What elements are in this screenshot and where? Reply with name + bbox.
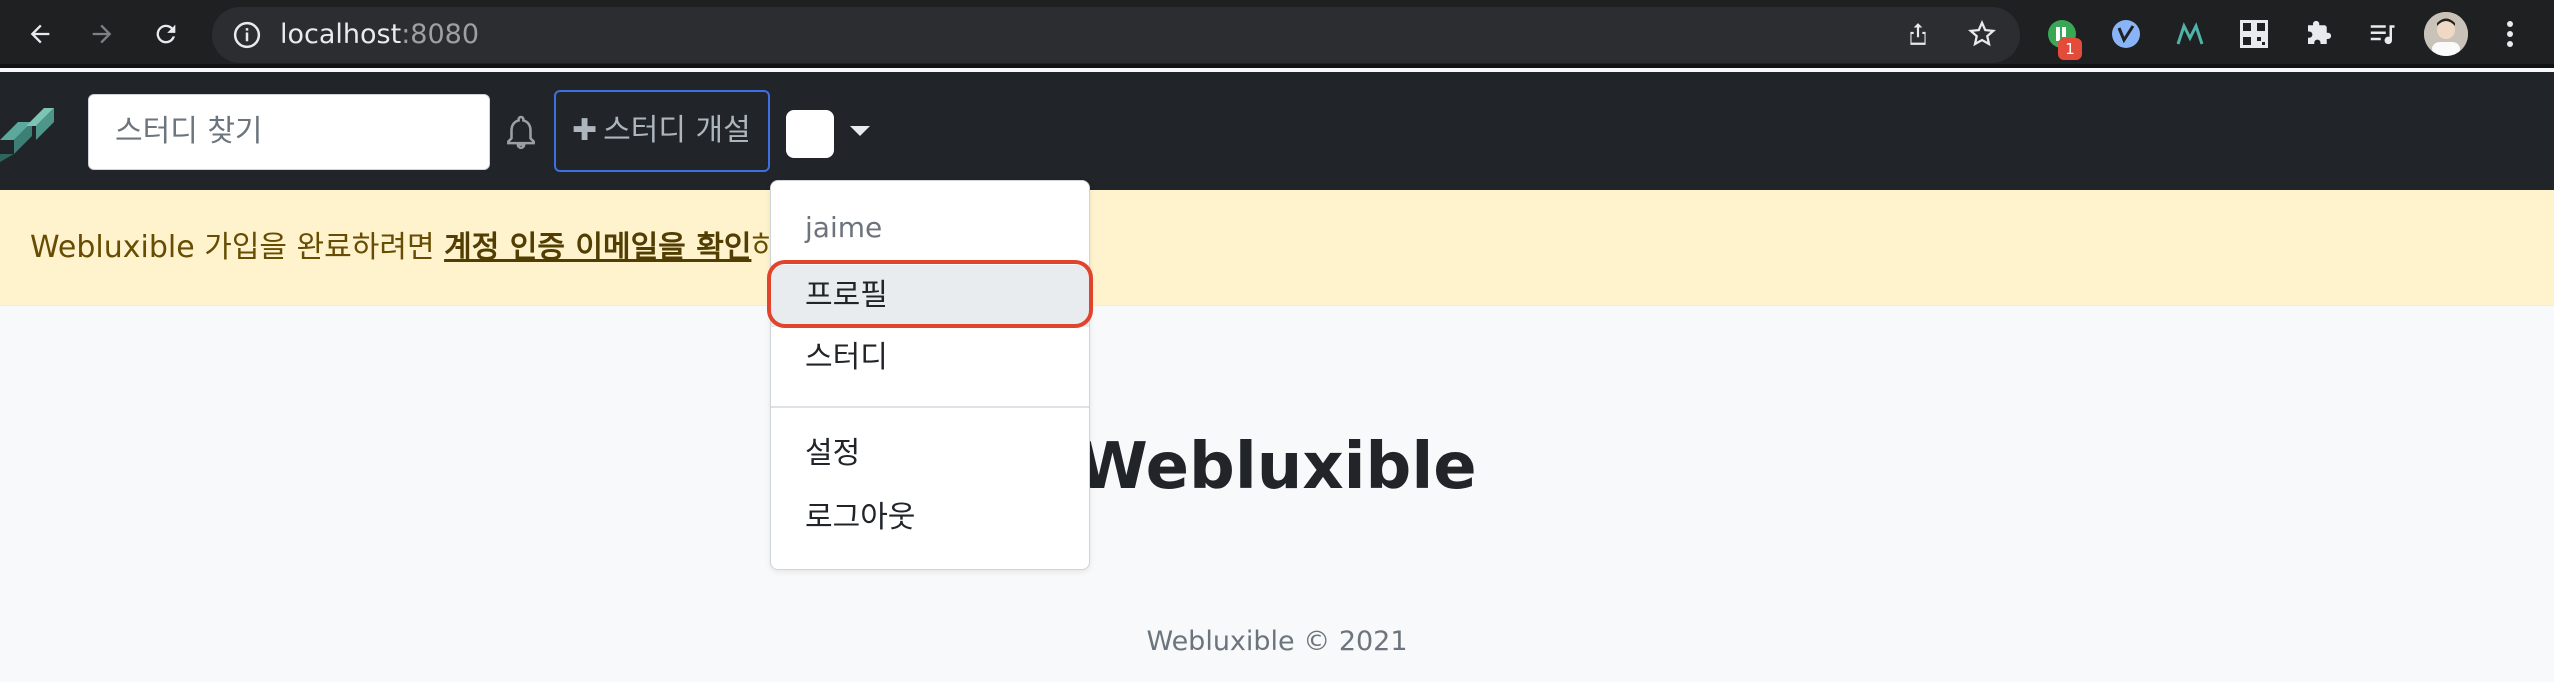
url-text: localhost:8080	[280, 19, 480, 50]
browser-toolbar: localhost:8080 1	[0, 0, 2554, 68]
site-info-icon[interactable]	[232, 20, 262, 50]
extension-v-icon[interactable]	[2108, 16, 2144, 52]
open-study-button[interactable]: ✚ 스터디 개설	[554, 90, 770, 172]
notification-bell-icon[interactable]	[502, 112, 540, 152]
page-title: Webluxible	[1077, 430, 1477, 504]
brand-logo-icon[interactable]	[0, 102, 60, 162]
plus-icon: ✚	[572, 113, 598, 148]
back-icon[interactable]	[20, 14, 60, 54]
dropdown-username: jaime	[805, 211, 883, 244]
reading-list-icon[interactable]	[2364, 16, 2400, 52]
app-navbar: 스터디 찾기 ✚ 스터디 개설	[0, 72, 2554, 190]
extension-m-icon[interactable]	[2172, 16, 2208, 52]
address-bar[interactable]: localhost:8080	[212, 7, 2020, 63]
study-search-input[interactable]: 스터디 찾기	[88, 94, 490, 170]
extension-badge: 1	[2058, 38, 2082, 60]
reload-icon[interactable]	[146, 14, 186, 54]
chevron-down-icon[interactable]	[850, 126, 870, 136]
dropdown-divider	[771, 406, 1089, 408]
forward-icon[interactable]	[82, 14, 122, 54]
qr-code-icon[interactable]	[2236, 16, 2272, 52]
menu-item-logout[interactable]: 로그아웃	[771, 487, 1089, 549]
footer-text: Webluxible © 2021	[1146, 626, 1408, 657]
menu-item-settings[interactable]: 설정	[771, 423, 1089, 485]
highlight-annotation	[767, 260, 1093, 328]
bookmark-star-icon[interactable]	[1962, 14, 2002, 54]
email-verify-alert: Webluxible 가입을 완료하려면 계정 인증 이메일을 확인하세요.	[0, 190, 2554, 306]
verify-email-link[interactable]: 계정 인증 이메일을 확인	[444, 230, 751, 265]
browser-menu-icon[interactable]	[2490, 14, 2530, 54]
menu-item-study[interactable]: 스터디	[771, 327, 1089, 389]
user-dropdown-menu: jaime 프로필 스터디 설정 로그아웃	[770, 180, 1090, 570]
extensions-puzzle-icon[interactable]	[2300, 16, 2336, 52]
profile-avatar[interactable]	[2424, 12, 2468, 56]
user-avatar-button[interactable]	[786, 110, 834, 158]
share-icon[interactable]	[1898, 14, 1938, 54]
